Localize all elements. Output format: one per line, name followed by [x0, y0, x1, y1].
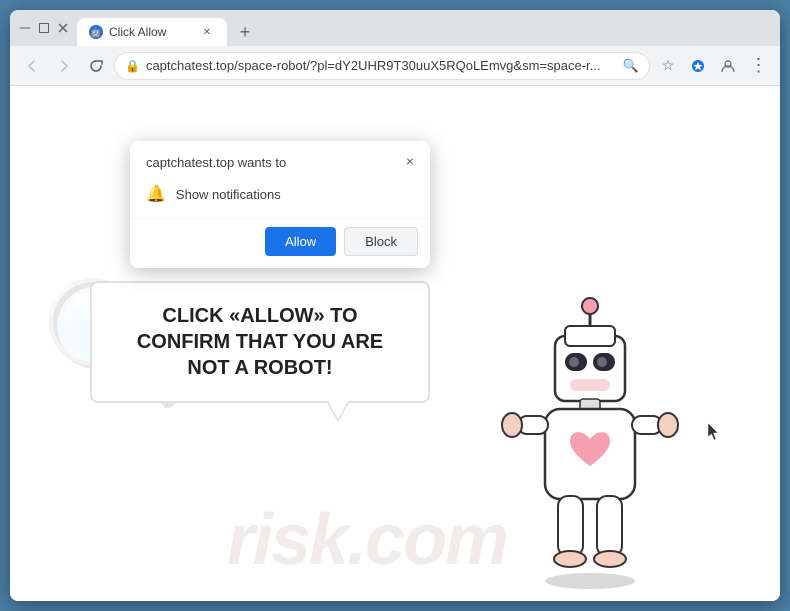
menu-button[interactable]: ⋮ — [744, 52, 772, 80]
watermark-text: risk.com — [227, 499, 507, 581]
url-text: captchatest.top/space-robot/?pl=dY2UHR9T… — [146, 58, 617, 73]
tab-title: Click Allow — [109, 25, 193, 39]
new-tab-button[interactable]: + — [231, 18, 259, 46]
browser-window: 🤖 Click Allow ✕ + 🔒 captchatest.top/spac… — [10, 10, 780, 601]
popup-header: captchatest.top wants to × — [130, 141, 430, 178]
reload-button[interactable] — [82, 52, 110, 80]
popup-notification-row: 🔔 Show notifications — [130, 178, 430, 218]
notification-popup: captchatest.top wants to × 🔔 Show notifi… — [130, 141, 430, 268]
search-icon: 🔍 — [623, 58, 639, 74]
title-bar: 🤖 Click Allow ✕ + — [10, 10, 780, 46]
maximize-button[interactable] — [37, 22, 50, 35]
back-button[interactable] — [18, 52, 46, 80]
lock-icon: 🔒 — [125, 59, 140, 73]
toolbar-icons: ☆ ⋮ — [654, 52, 772, 80]
address-bar[interactable]: 🔒 captchatest.top/space-robot/?pl=dY2UHR… — [114, 52, 650, 80]
active-tab[interactable]: 🤖 Click Allow ✕ — [77, 18, 227, 46]
minimize-button[interactable] — [18, 22, 31, 35]
block-button[interactable]: Block — [344, 227, 418, 256]
tab-favicon: 🤖 — [89, 25, 103, 39]
forward-button[interactable] — [50, 52, 78, 80]
close-button[interactable] — [56, 22, 69, 35]
tab-close-button[interactable]: ✕ — [199, 24, 215, 40]
notification-label: Show notifications — [176, 187, 281, 202]
popup-header-text: captchatest.top wants to — [146, 155, 286, 170]
toolbar: 🔒 captchatest.top/space-robot/?pl=dY2UHR… — [10, 46, 780, 86]
bell-icon: 🔔 — [146, 184, 166, 204]
window-controls — [18, 22, 69, 35]
cursor — [708, 423, 720, 441]
message-bubble: CLICK «ALLOW» TO CONFIRM THAT YOU ARE NO… — [90, 281, 430, 403]
popup-buttons: Allow Block — [130, 218, 430, 268]
allow-button[interactable]: Allow — [265, 227, 336, 256]
profile-button[interactable] — [714, 52, 742, 80]
shield-button[interactable] — [684, 52, 712, 80]
robot-illustration — [480, 281, 700, 601]
tab-bar: 🤖 Click Allow ✕ + — [77, 10, 772, 46]
popup-close-button[interactable]: × — [400, 151, 420, 171]
page-content: 🔍 risk.com captchatest.top wants to × 🔔 … — [10, 86, 780, 601]
message-text: CLICK «ALLOW» TO CONFIRM THAT YOU ARE NO… — [116, 303, 404, 381]
bookmark-button[interactable]: ☆ — [654, 52, 682, 80]
